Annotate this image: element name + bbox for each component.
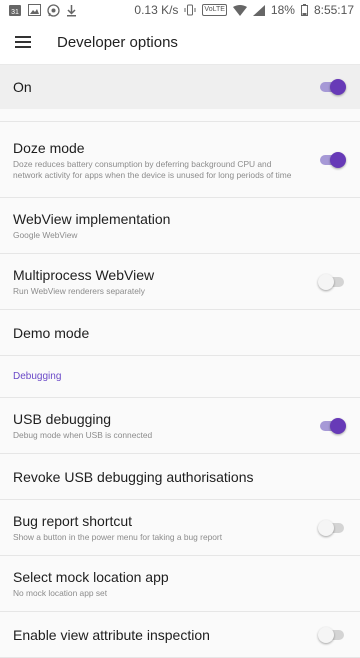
- volte-icon: VoLTE: [202, 4, 227, 16]
- whatsapp-icon: [47, 3, 60, 17]
- battery-percentage: 18%: [270, 3, 295, 17]
- setting-title: Select mock location app: [13, 569, 169, 586]
- menu-button[interactable]: [0, 20, 45, 64]
- setting-subtitle: No mock location app set: [13, 588, 108, 599]
- setting-title: Enable view attribute inspection: [13, 626, 210, 643]
- setting-title: Revoke USB debugging authorisations: [13, 468, 254, 485]
- setting-revoke-usb-debugging[interactable]: Revoke USB debugging authorisations: [0, 454, 360, 500]
- setting-select-mock-location-app[interactable]: Select mock location app No mock locatio…: [0, 556, 360, 612]
- section-header-debugging: Debugging: [0, 356, 360, 398]
- setting-view-attribute-inspection[interactable]: Enable view attribute inspection: [0, 612, 360, 658]
- setting-demo-mode[interactable]: Demo mode: [0, 310, 360, 356]
- setting-doze-mode[interactable]: Doze mode Doze reduces battery consumpti…: [0, 122, 360, 198]
- setting-multiprocess-webview[interactable]: Multiprocess WebView Run WebView rendere…: [0, 254, 360, 310]
- master-toggle[interactable]: [318, 79, 346, 95]
- download-icon: [66, 4, 77, 17]
- setting-subtitle: Show a button in the power menu for taki…: [13, 532, 223, 543]
- page-title: Developer options: [57, 33, 178, 51]
- setting-bug-report-shortcut[interactable]: Bug report shortcut Show a button in the…: [0, 500, 360, 556]
- clock: 8:55:17: [313, 3, 354, 17]
- status-bar: 31 0.13 K/s VoLTE 18% 8:55:17: [0, 0, 360, 20]
- divider: [0, 109, 360, 122]
- setting-title: Demo mode: [13, 324, 90, 341]
- master-switch-row[interactable]: On: [0, 65, 360, 109]
- setting-title: USB debugging: [13, 411, 112, 428]
- setting-webview-implementation[interactable]: WebView implementation Google WebView: [0, 198, 360, 254]
- usb-debugging-toggle[interactable]: [318, 417, 346, 434]
- network-speed: 0.13 K/s: [134, 3, 179, 17]
- gallery-icon: [28, 4, 41, 16]
- calendar-icon: 31: [8, 3, 22, 17]
- setting-subtitle: Run WebView renderers separately: [13, 286, 145, 297]
- hamburger-menu-icon: [14, 36, 31, 48]
- setting-title: Doze mode: [13, 140, 85, 156]
- multiprocess-webview-toggle[interactable]: [318, 273, 346, 290]
- setting-title: Multiprocess WebView: [13, 267, 155, 284]
- setting-usb-debugging[interactable]: USB debugging Debug mode when USB is con…: [0, 398, 360, 454]
- app-bar: Developer options: [0, 20, 360, 65]
- setting-title: WebView implementation: [13, 211, 171, 228]
- wifi-icon: [232, 4, 247, 16]
- setting-subtitle: Doze reduces battery consumption by defe…: [13, 159, 292, 180]
- doze-mode-toggle[interactable]: [318, 151, 346, 168]
- vibrate-icon: [184, 4, 196, 16]
- view-attribute-inspection-toggle[interactable]: [318, 626, 346, 643]
- calendar-date: 31: [11, 9, 19, 16]
- setting-subtitle: Google WebView: [13, 230, 78, 241]
- master-switch-label: On: [13, 79, 32, 95]
- signal-icon: [252, 4, 265, 16]
- setting-subtitle: Debug mode when USB is connected: [13, 430, 153, 441]
- bug-report-shortcut-toggle[interactable]: [318, 519, 346, 536]
- battery-icon: [300, 4, 308, 16]
- setting-title: Bug report shortcut: [13, 513, 133, 530]
